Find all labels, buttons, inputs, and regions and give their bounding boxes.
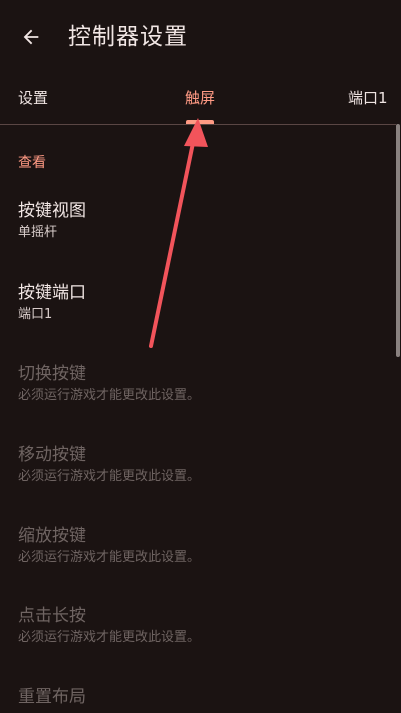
pref-summary: 必须运行游戏才能更改此设置。 bbox=[18, 550, 201, 565]
page-title: 控制器设置 bbox=[68, 24, 188, 50]
pref-title: 点击长按 bbox=[18, 606, 86, 626]
section-header-view: 查看 bbox=[18, 155, 46, 171]
pref-summary: 必须运行游戏才能更改此设置。 bbox=[18, 388, 201, 403]
pref-summary: 必须运行游戏才能更改此设置。 bbox=[18, 630, 201, 645]
scrollbar[interactable] bbox=[396, 124, 400, 357]
pref-title: 切换按键 bbox=[18, 364, 86, 384]
pref-title: 重置布局 bbox=[18, 687, 86, 707]
pref-button-port[interactable]: 按键端口 端口1 bbox=[18, 282, 378, 324]
tab-bar: 设置 触屏 端口1 bbox=[0, 78, 401, 124]
pref-toggle-buttons[interactable]: 切换按键 必须运行游戏才能更改此设置。 bbox=[18, 363, 378, 405]
pref-summary: 必须运行游戏才能更改此设置。 bbox=[18, 469, 201, 484]
pref-title: 移动按键 bbox=[18, 445, 86, 465]
back-button[interactable] bbox=[14, 20, 48, 54]
pref-summary: 单摇杆 bbox=[18, 225, 58, 240]
pref-title: 缩放按键 bbox=[18, 526, 86, 546]
pref-reset-layout[interactable]: 重置布局 bbox=[18, 686, 378, 708]
controller-settings-screen: 控制器设置 设置 触屏 端口1 查看 按键视图 单摇杆 按键端口 端口1 切换按… bbox=[0, 0, 401, 713]
tab-port-1[interactable]: 端口1 bbox=[348, 88, 388, 108]
pref-move-buttons[interactable]: 移动按键 必须运行游戏才能更改此设置。 bbox=[18, 444, 378, 486]
pref-tap-hold[interactable]: 点击长按 必须运行游戏才能更改此设置。 bbox=[18, 605, 378, 647]
app-bar: 控制器设置 bbox=[0, 0, 401, 72]
pref-title: 按键视图 bbox=[18, 201, 86, 221]
tab-touchscreen[interactable]: 触屏 bbox=[185, 88, 215, 108]
pref-scale-buttons[interactable]: 缩放按键 必须运行游戏才能更改此设置。 bbox=[18, 525, 378, 567]
arrow-left-icon bbox=[23, 29, 39, 45]
tab-settings[interactable]: 设置 bbox=[18, 88, 48, 108]
tab-divider bbox=[0, 124, 396, 125]
pref-button-view[interactable]: 按键视图 单摇杆 bbox=[18, 200, 378, 242]
pref-title: 按键端口 bbox=[18, 283, 86, 303]
pref-summary: 端口1 bbox=[18, 307, 53, 322]
